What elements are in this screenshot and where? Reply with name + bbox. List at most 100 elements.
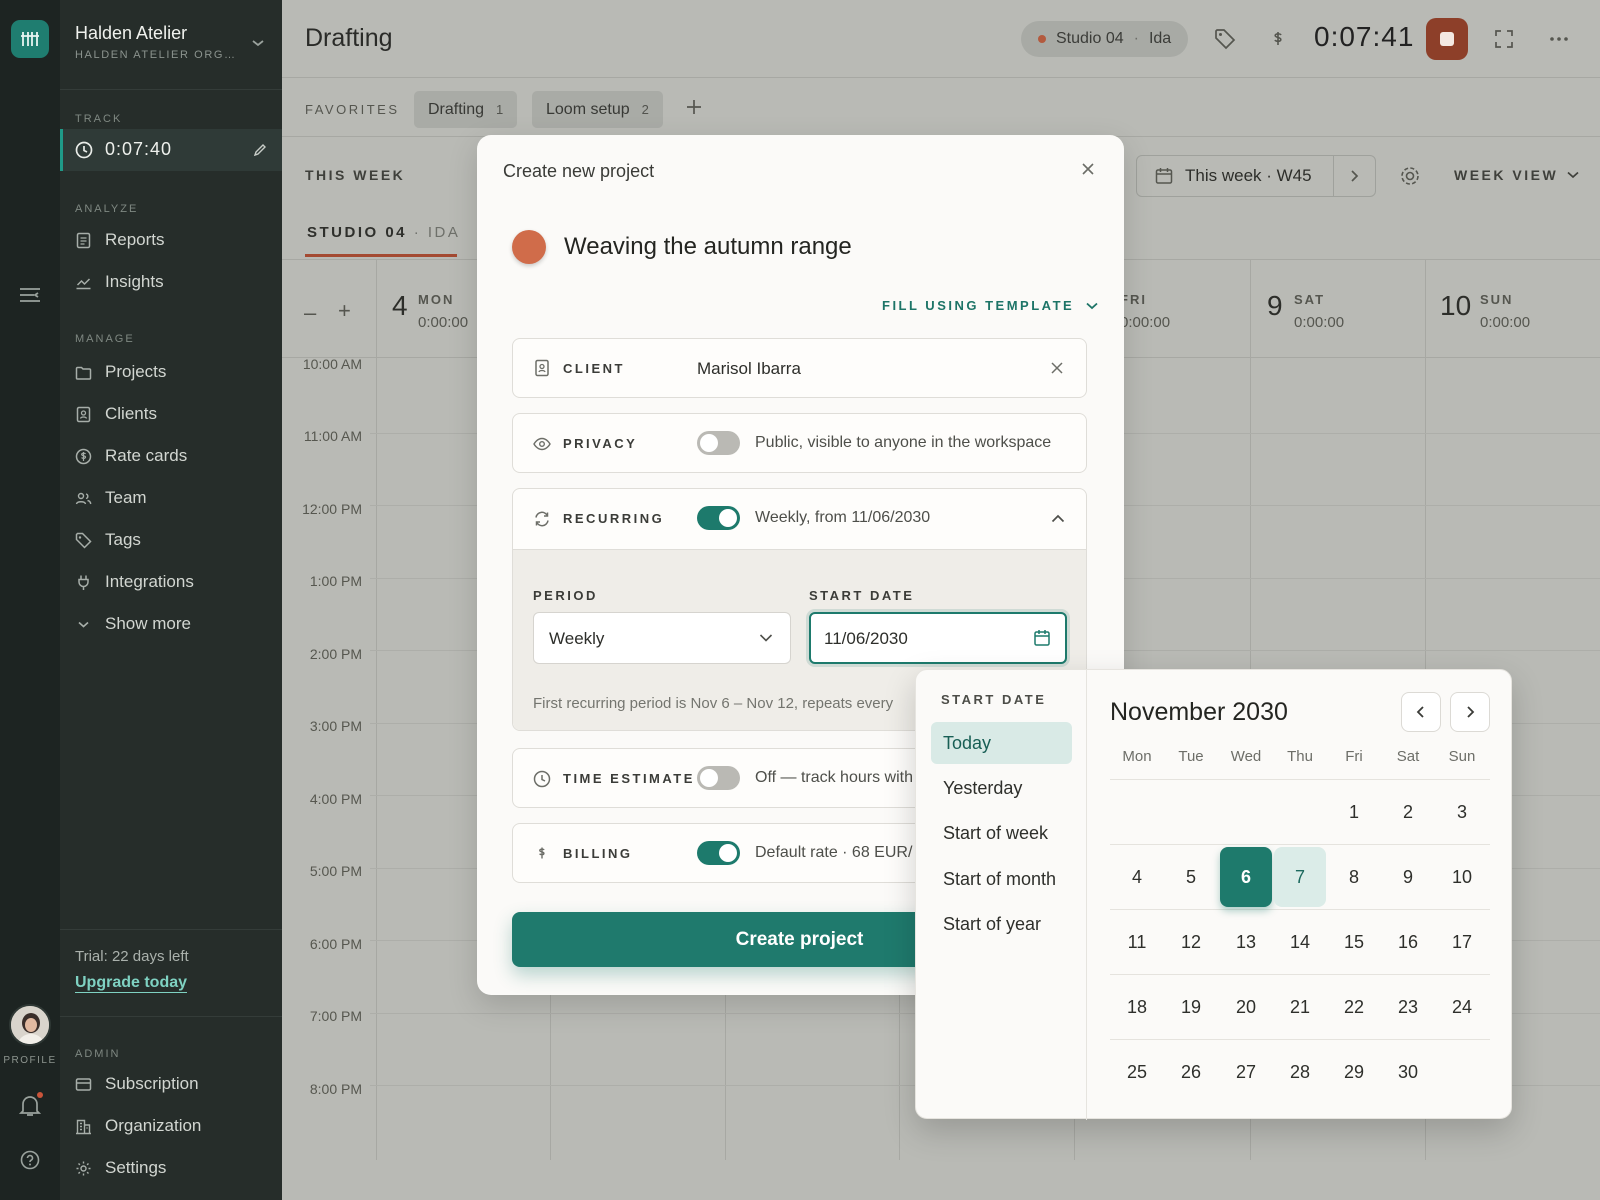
zoom-in-button[interactable]: + [338,298,351,324]
period-select[interactable]: Weekly [533,612,791,664]
privacy-label: PRIVACY [563,436,638,451]
sidebar-item-tags[interactable]: Tags [75,528,141,552]
calendar-day[interactable]: 23 [1382,977,1434,1037]
chevron-down-icon [1567,171,1579,179]
day-name: SAT [1294,292,1326,307]
calendar-day[interactable]: 15 [1328,912,1380,972]
project-name-input[interactable]: Weaving the autumn range [564,233,852,261]
calendar-day[interactable]: 28 [1274,1042,1326,1102]
calendar-day[interactable]: 9 [1382,847,1434,907]
calendar-day[interactable]: 17 [1436,912,1488,972]
app-logo[interactable] [11,20,49,58]
calendar-day[interactable]: 12 [1165,912,1217,972]
preset-start-of-month[interactable]: Start of month [931,858,1072,900]
plus-icon[interactable] [686,99,702,115]
calendar-day[interactable]: 19 [1165,977,1217,1037]
calendar-day[interactable]: 26 [1165,1042,1217,1102]
menu-collapse-icon[interactable] [18,285,42,305]
gear-icon[interactable] [1398,164,1422,188]
fullscreen-icon[interactable] [1494,29,1514,49]
favorite-chip-loom-setup[interactable]: Loom setup 2 [532,91,663,128]
sidebar-item-track[interactable]: 0:07:40 [60,129,282,171]
calendar-day[interactable]: 14 [1274,912,1326,972]
calendar-day[interactable]: 1 [1328,782,1380,842]
sidebar-item-clients[interactable]: Clients [75,402,157,426]
billing-toggle[interactable] [697,841,740,865]
project-color-dot [1038,35,1046,43]
calendar-day[interactable]: 20 [1220,977,1272,1037]
chevron-down-icon [78,621,89,628]
chevron-up-icon[interactable] [1051,514,1065,523]
calendar-day[interactable]: 2 [1382,782,1434,842]
chevron-right-icon[interactable] [1347,169,1361,183]
workspace-switcher[interactable]: Halden Atelier HALDEN ATELIER ORG… [75,23,237,61]
tag-icon[interactable] [1214,28,1236,50]
clear-icon[interactable] [1051,362,1063,374]
calendar-day[interactable]: 25 [1111,1042,1163,1102]
calendar-day[interactable]: 10 [1436,847,1488,907]
sidebar-item-reports[interactable]: Reports [75,228,165,252]
prev-month-button[interactable] [1401,692,1441,732]
calendar-day[interactable]: 5 [1165,847,1217,907]
separator-dot: · [1133,30,1139,47]
next-month-button[interactable] [1450,692,1490,732]
calendar-day[interactable]: 21 [1274,977,1326,1037]
preset-start-of-year[interactable]: Start of year [931,903,1072,945]
start-date-input[interactable]: 11/06/2030 [809,612,1067,664]
dollar-icon[interactable] [1271,29,1285,49]
calendar-day[interactable]: 7 [1274,847,1326,907]
project-color-picker[interactable] [512,230,546,264]
sidebar-item-label: Subscription [105,1074,199,1093]
sidebar-item-organization[interactable]: Organization [75,1114,201,1138]
close-icon[interactable] [1081,162,1095,176]
week-view-selector[interactable]: WEEK VIEW [1454,167,1579,183]
calendar-day[interactable]: 11 [1111,912,1163,972]
day-number: 4 [392,290,408,321]
tag-icon [75,532,92,549]
tab-studio-04[interactable]: STUDIO 04 · IDA [307,224,460,241]
sidebar-item-settings[interactable]: Settings [75,1156,166,1180]
preset-start-of-week[interactable]: Start of week [931,812,1072,854]
running-entry-pill[interactable]: Studio 04 · Ida [1021,21,1189,57]
more-icon[interactable] [1549,36,1569,42]
week-navigator[interactable]: This week · W45 [1136,155,1376,197]
calendar-day[interactable]: 8 [1328,847,1380,907]
calendar-day[interactable]: 3 [1436,782,1488,842]
calendar-day[interactable]: 27 [1220,1042,1272,1102]
help-icon[interactable] [20,1150,40,1170]
calendar-day[interactable]: 4 [1111,847,1163,907]
sidebar-item-projects[interactable]: Projects [75,360,166,384]
avatar[interactable] [9,1004,51,1046]
sidebar-item-integrations[interactable]: Integrations [75,570,194,594]
client-field[interactable]: CLIENT Marisol Ibarra [512,338,1087,398]
stop-button[interactable] [1426,18,1468,60]
preset-today[interactable]: Today [931,722,1072,764]
calendar-day[interactable]: 13 [1220,912,1272,972]
sidebar-item-show-more[interactable]: Show more [75,612,191,636]
calendar-day[interactable]: 18 [1111,977,1163,1037]
chevron-down-icon[interactable] [251,38,265,48]
calendar-day[interactable]: 16 [1382,912,1434,972]
pencil-icon[interactable] [252,142,268,158]
calendar-day[interactable]: 6 [1220,847,1272,907]
recurring-toggle[interactable] [697,506,740,530]
sidebar-item-team[interactable]: Team [75,486,147,510]
calendar-day[interactable]: 22 [1328,977,1380,1037]
divider [60,1016,282,1017]
preset-yesterday[interactable]: Yesterday [931,767,1072,809]
upgrade-link[interactable]: Upgrade today [75,974,188,993]
fill-template-button[interactable]: FILL USING TEMPLATE [882,298,1098,313]
sidebar-item-subscription[interactable]: Subscription [75,1072,199,1096]
time-estimate-toggle[interactable] [697,766,740,790]
zoom-out-button[interactable]: – [304,300,316,326]
privacy-toggle[interactable] [697,431,740,455]
calendar-divider [1110,779,1490,780]
favorite-label: Loom setup [546,100,630,118]
calendar-day[interactable]: 29 [1328,1042,1380,1102]
sidebar-item-rate-cards[interactable]: Rate cards [75,444,187,468]
calendar-day[interactable]: 30 [1382,1042,1434,1102]
calendar-day[interactable]: 24 [1436,977,1488,1037]
favorite-chip-drafting[interactable]: Drafting 1 [414,91,518,128]
sidebar-item-insights[interactable]: Insights [75,270,164,294]
calendar-icon[interactable] [1033,629,1051,647]
